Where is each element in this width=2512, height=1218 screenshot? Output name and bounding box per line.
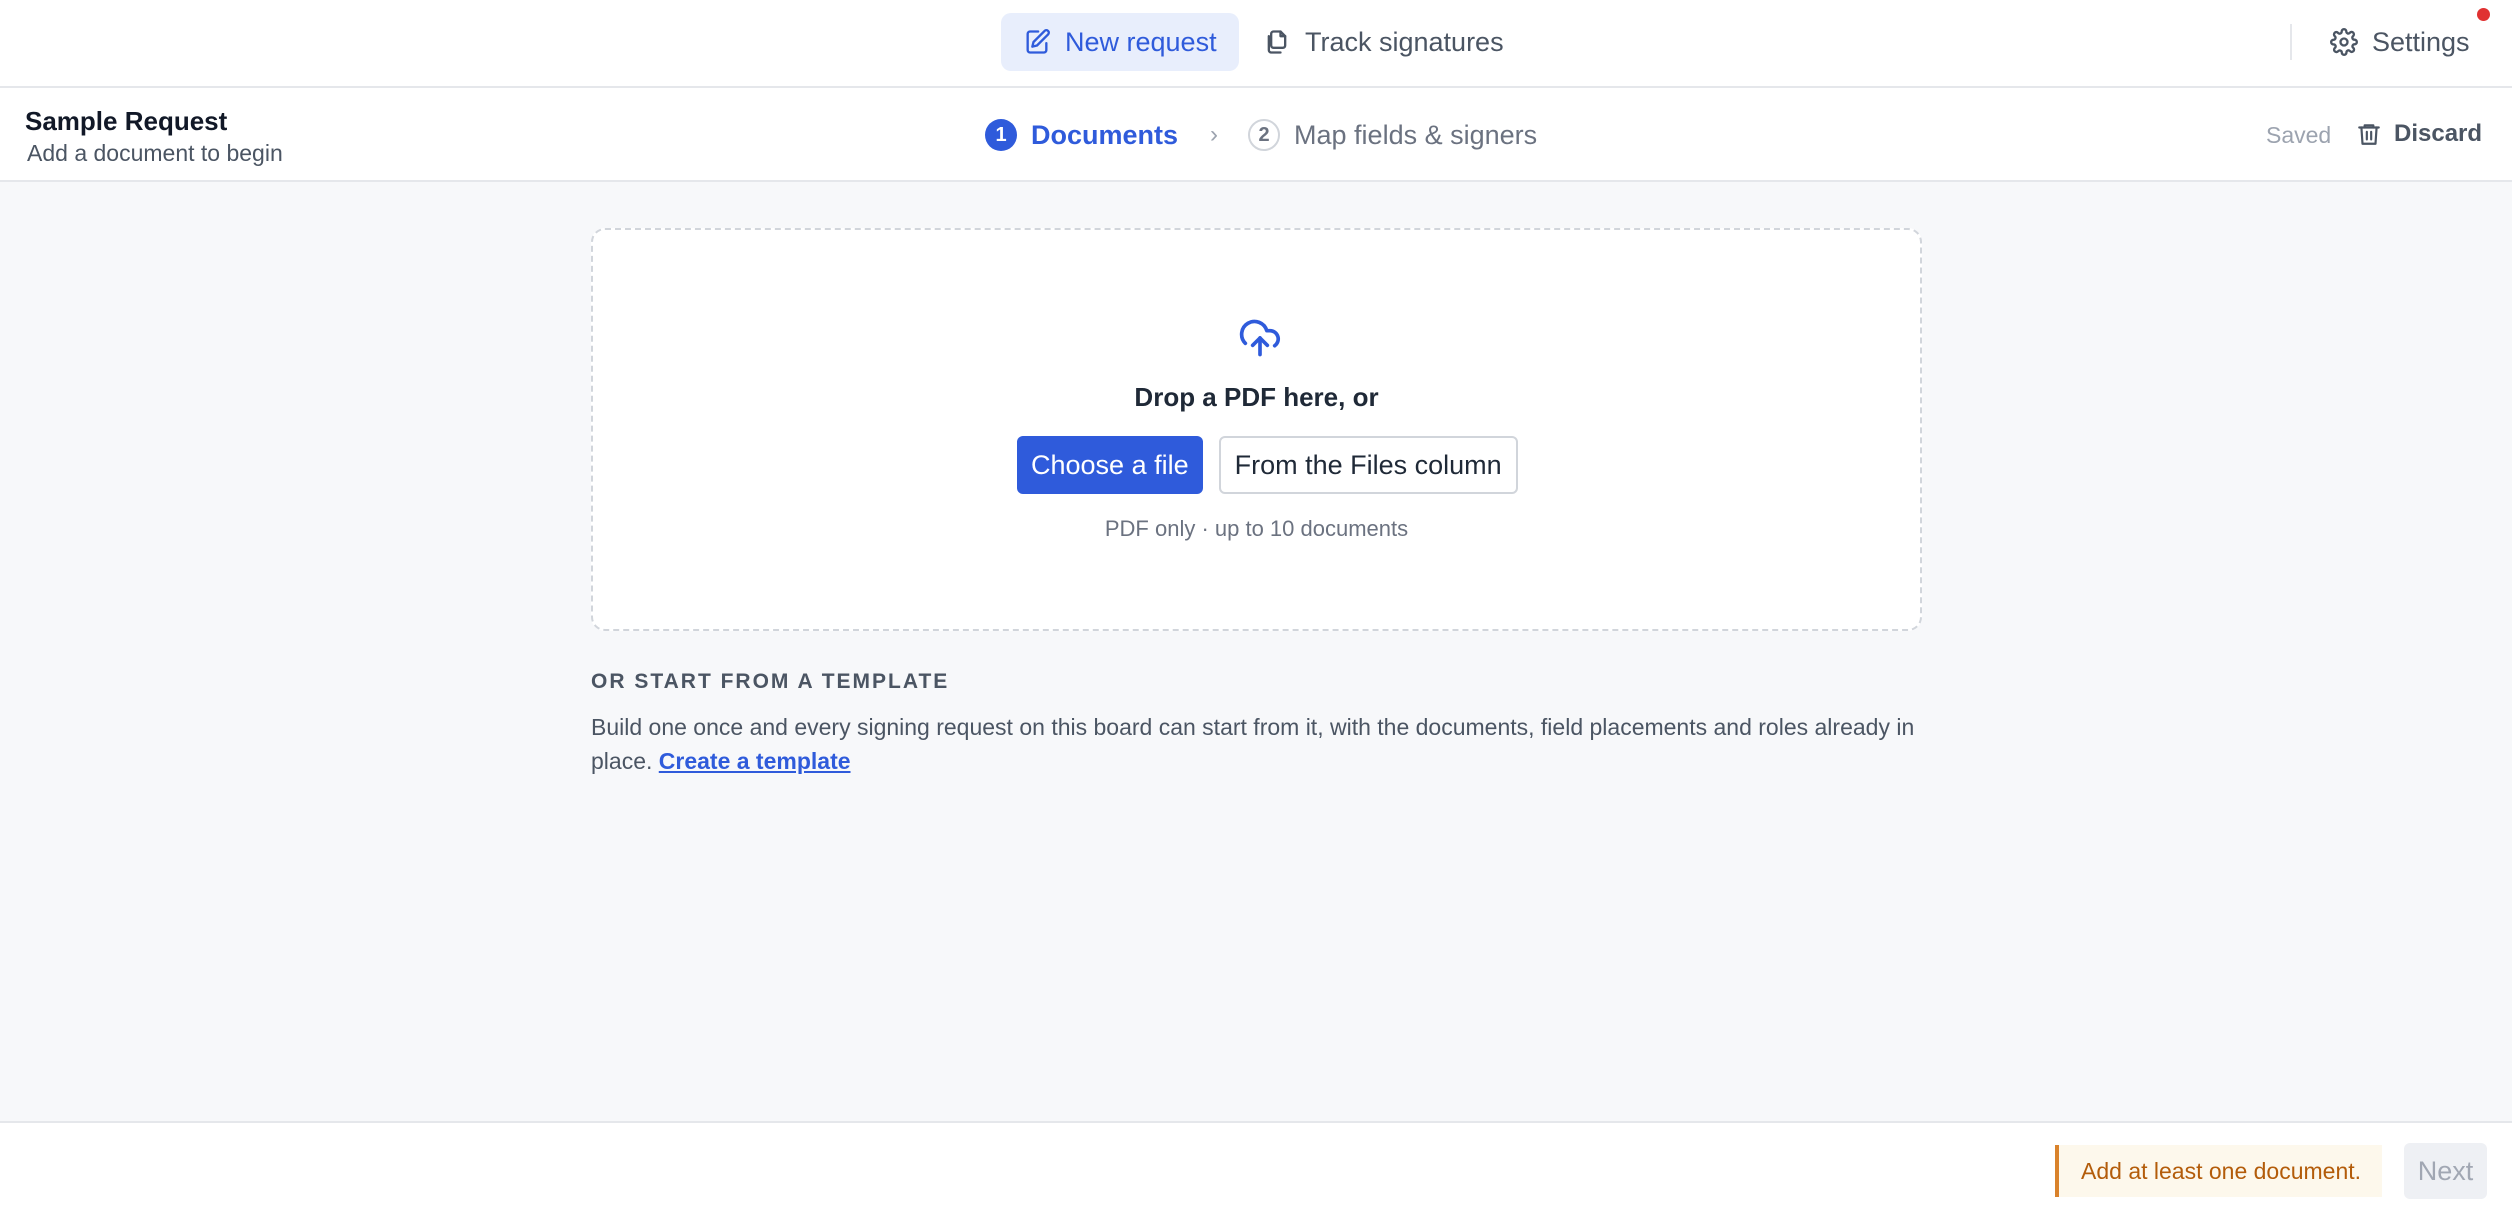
step-map-fields-signers[interactable]: Map fields & signers — [1294, 120, 1537, 151]
saved-status: Saved — [2266, 122, 2332, 148]
drop-instructions: Drop a PDF here, or — [1134, 382, 1379, 412]
tab-new-request-label: New request — [1065, 26, 1217, 57]
next-button[interactable]: Next — [2404, 1143, 2487, 1199]
cloud-upload-icon — [1239, 319, 1280, 357]
step-documents[interactable]: Documents — [1031, 120, 1178, 151]
create-template-link[interactable]: Create a template — [659, 748, 851, 774]
choose-file-button[interactable]: Choose a file — [1017, 436, 1203, 494]
request-header: Sample Request Add a document to begin 1… — [0, 88, 2512, 182]
trash-icon — [2358, 124, 2380, 145]
chevron-right-icon: › — [1210, 121, 1219, 148]
template-description: Build one once and every signing request… — [591, 710, 1931, 778]
gear-icon — [2330, 28, 2358, 56]
top-nav: New request Track signatures Settings — [0, 0, 2512, 88]
copy-documents-icon — [1267, 30, 1287, 54]
pdf-drop-zone[interactable]: Drop a PDF here, or Choose a file From t… — [591, 228, 1922, 631]
tab-new-request[interactable]: New request — [1001, 13, 1239, 71]
discard-button[interactable]: Discard — [2356, 116, 2482, 152]
tab-track-signatures-label: Track signatures — [1305, 26, 1504, 57]
stepper: 1 Documents › 2 Map fields & signers — [985, 115, 1537, 155]
validation-warning: Add at least one document. — [2055, 1145, 2382, 1197]
nav-divider — [2290, 24, 2292, 60]
settings-label: Settings — [2372, 26, 2470, 57]
step-2-number: 2 — [1248, 119, 1281, 151]
step-1-number: 1 — [985, 119, 1017, 151]
footer-bar: Add at least one document. Next — [0, 1121, 2512, 1218]
request-title: Sample Request — [25, 106, 228, 136]
settings-button[interactable]: Settings — [2310, 13, 2490, 71]
request-subtitle: Add a document to begin — [27, 140, 283, 166]
upload-hint: PDF only · up to 10 documents — [1104, 516, 1409, 541]
edit-document-icon — [1026, 29, 1050, 54]
files-column-button[interactable]: From the Files column — [1218, 436, 1518, 494]
notification-dot — [2477, 8, 2490, 21]
tab-track-signatures[interactable]: Track signatures — [1241, 13, 1526, 71]
template-heading: OR START FROM A TEMPLATE — [591, 670, 950, 693]
upload-actions: Choose a file From the Files column — [1017, 436, 1518, 494]
discard-label: Discard — [2394, 120, 2483, 147]
